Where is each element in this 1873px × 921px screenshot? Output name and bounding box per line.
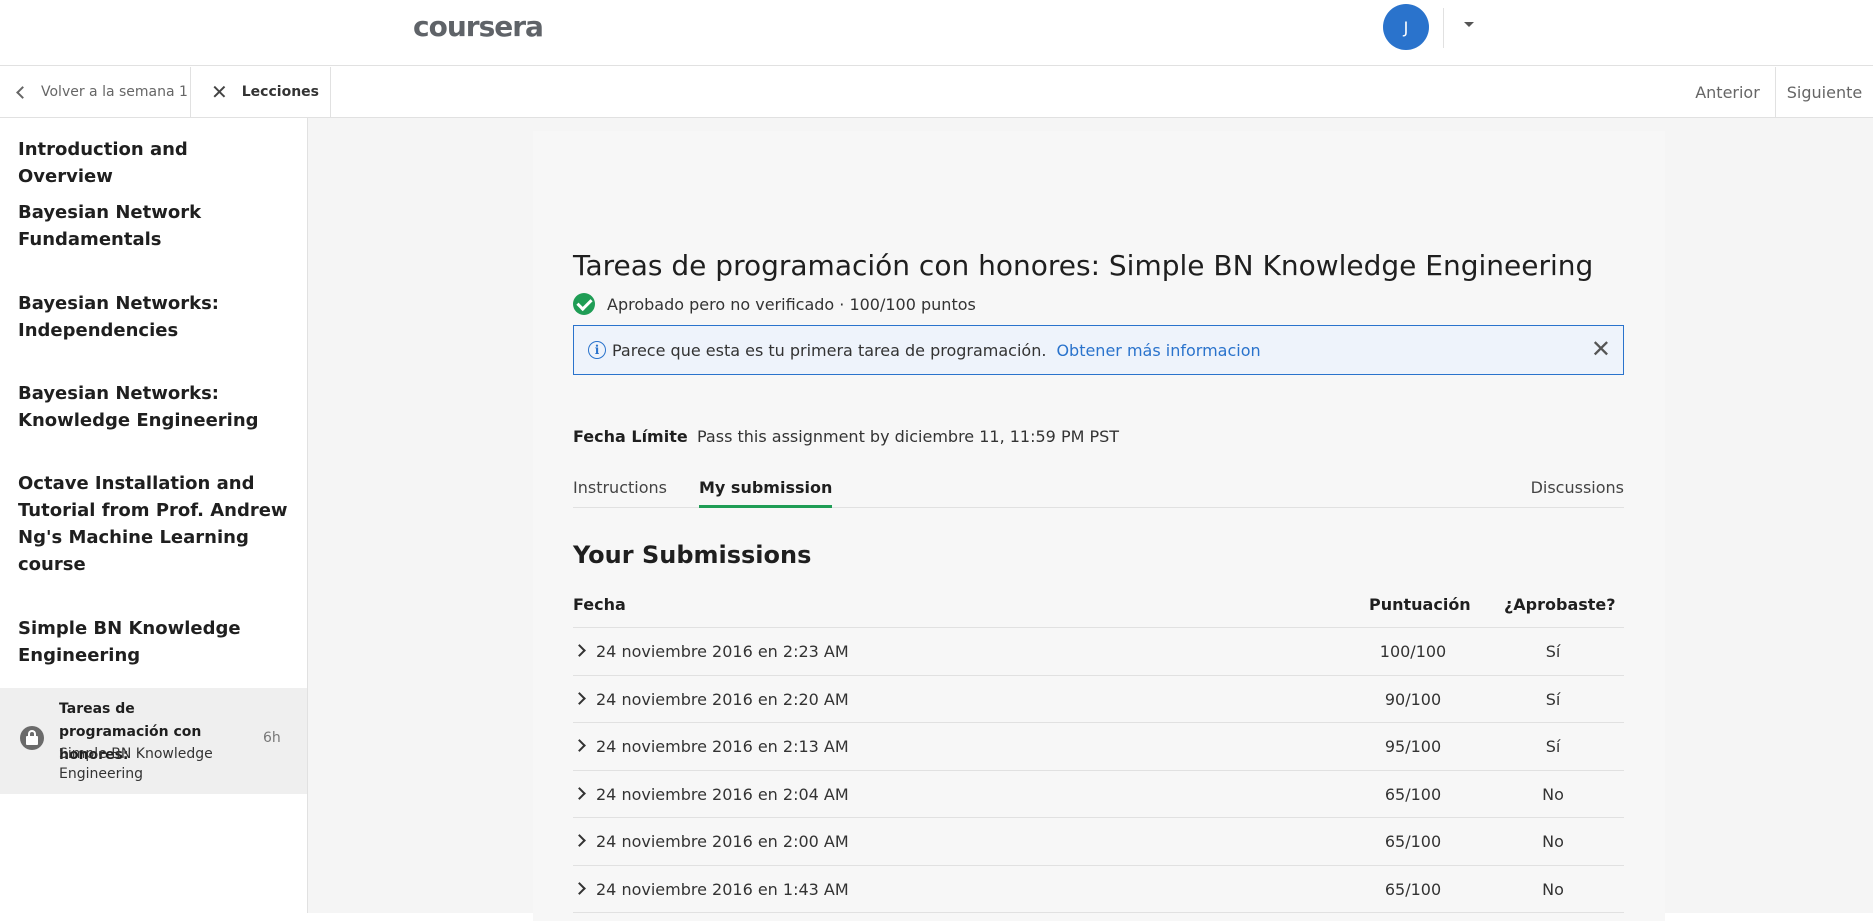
chevron-right-icon[interactable]: [573, 739, 586, 752]
submission-score: 100/100: [1379, 642, 1447, 661]
submission-score: 95/100: [1384, 737, 1442, 756]
lessons-sidebar: Introduction and Overview Bayesian Netwo…: [0, 118, 308, 913]
submission-passed: No: [1542, 879, 1564, 899]
chevron-right-icon[interactable]: [573, 691, 586, 705]
back-to-week-label: Volver a la semana 1: [41, 84, 188, 100]
sidebar-item-bn-knowledge-engineering[interactable]: Bayesian Networks: Knowledge Engineering: [18, 380, 288, 434]
deadline-label: Fecha Límite: [573, 427, 688, 446]
column-header-passed: ¿Aprobaste?: [1504, 595, 1616, 614]
submission-passed: Sí: [1545, 689, 1561, 709]
sidebar-item-active-assignment[interactable]: Tareas de programación con honores: Simp…: [0, 688, 307, 794]
chevron-left-icon: [16, 85, 29, 99]
submission-score: 65/100: [1384, 784, 1442, 804]
submission-date: 24 noviembre 2016 en 2:20 AM: [596, 689, 849, 709]
status-text: Aprobado pero no verificado · 100/100 pu…: [607, 294, 976, 314]
page-title: Tareas de programación con honores: Simp…: [573, 249, 1594, 282]
tab-discussions[interactable]: Discussions: [1531, 478, 1624, 497]
tab-my-submission[interactable]: My submission: [699, 478, 833, 508]
active-item-subtitle: Simple BN Knowledge Engineering: [59, 746, 213, 782]
table-row[interactable]: 24 noviembre 2016 en 2:23 AM 100/100 Sí: [573, 628, 1624, 676]
lessons-label: Lecciones: [241, 84, 319, 100]
submission-date: 24 noviembre 2016 en 2:00 AM: [596, 832, 849, 851]
info-text: Parece que esta es tu primera tarea de p…: [612, 340, 1047, 360]
info-banner: i Parece que esta es tu primera tarea de…: [573, 325, 1624, 375]
table-row[interactable]: 24 noviembre 2016 en 2:04 AM 65/100 No: [573, 771, 1624, 818]
column-header-score: Puntuación: [1369, 595, 1471, 614]
table-header: Fecha Puntuación ¿Aprobaste?: [573, 585, 1624, 628]
status-line: Aprobado pero no verificado · 100/100 pu…: [573, 293, 976, 315]
table-row[interactable]: 24 noviembre 2016 en 2:13 AM 95/100 Sí: [573, 723, 1624, 771]
back-to-week-link[interactable]: Volver a la semana 1: [0, 67, 191, 117]
lesson-nav-bar: Volver a la semana 1 ✕ Lecciones Anterio…: [0, 67, 1873, 118]
sidebar-item-bn-fundamentals[interactable]: Bayesian Network Fundamentals: [18, 199, 288, 253]
submissions-heading: Your Submissions: [573, 541, 812, 569]
header-divider: [1443, 8, 1444, 48]
table-row[interactable]: 24 noviembre 2016 en 1:43 AM 65/100 No: [573, 866, 1624, 913]
sidebar-item-introduction[interactable]: Introduction and Overview: [18, 136, 288, 190]
submission-score: 65/100: [1384, 879, 1442, 899]
submission-passed: No: [1542, 832, 1564, 851]
submission-date: 24 noviembre 2016 en 1:43 AM: [596, 879, 849, 899]
close-banner-icon[interactable]: ✕: [1591, 337, 1611, 361]
sidebar-item-bn-independencies[interactable]: Bayesian Networks: Independencies: [18, 290, 288, 344]
sidebar-item-octave-installation[interactable]: Octave Installation and Tutorial from Pr…: [18, 470, 288, 578]
lock-icon: [20, 726, 44, 750]
chevron-right-icon[interactable]: [573, 786, 586, 800]
deadline-value: Pass this assignment by diciembre 11, 11…: [697, 427, 1120, 446]
caret-down-icon[interactable]: [1464, 22, 1474, 27]
check-circle-icon: [573, 293, 595, 315]
chevron-right-icon[interactable]: [573, 644, 586, 657]
next-button[interactable]: Siguiente: [1776, 67, 1873, 117]
table-row[interactable]: 24 noviembre 2016 en 2:20 AM 90/100 Sí: [573, 676, 1624, 723]
submissions-table: Fecha Puntuación ¿Aprobaste? 24 noviembr…: [573, 585, 1624, 913]
tab-instructions[interactable]: Instructions: [573, 478, 667, 497]
table-row[interactable]: 24 noviembre 2016 en 2:00 AM 65/100 No: [573, 818, 1624, 866]
submission-passed: Sí: [1545, 737, 1561, 756]
column-header-date: Fecha: [573, 595, 626, 614]
submission-passed: Sí: [1545, 642, 1561, 661]
coursera-logo[interactable]: coursera: [413, 10, 544, 43]
submission-passed: No: [1542, 784, 1564, 804]
user-avatar[interactable]: J: [1383, 4, 1429, 50]
submission-date: 24 noviembre 2016 en 2:04 AM: [596, 784, 849, 804]
submission-score: 65/100: [1384, 832, 1442, 851]
chevron-right-icon[interactable]: [573, 881, 586, 895]
previous-button[interactable]: Anterior: [1680, 67, 1776, 117]
learn-more-link[interactable]: Obtener más informacion: [1056, 341, 1260, 360]
submission-date: 24 noviembre 2016 en 2:23 AM: [596, 642, 849, 661]
close-icon: ✕: [211, 80, 228, 104]
submission-date: 24 noviembre 2016 en 2:13 AM: [596, 737, 849, 756]
sidebar-item-simple-bn[interactable]: Simple BN Knowledge Engineering: [18, 615, 288, 669]
submission-score: 90/100: [1384, 689, 1442, 709]
active-item-duration: 6h: [263, 730, 281, 746]
top-header: coursera J: [0, 0, 1873, 66]
assignment-tabs: Instructions My submission Discussions: [573, 470, 1624, 508]
chevron-right-icon[interactable]: [573, 834, 586, 847]
lessons-toggle-button[interactable]: ✕ Lecciones: [191, 67, 331, 117]
info-icon: i: [588, 341, 606, 359]
